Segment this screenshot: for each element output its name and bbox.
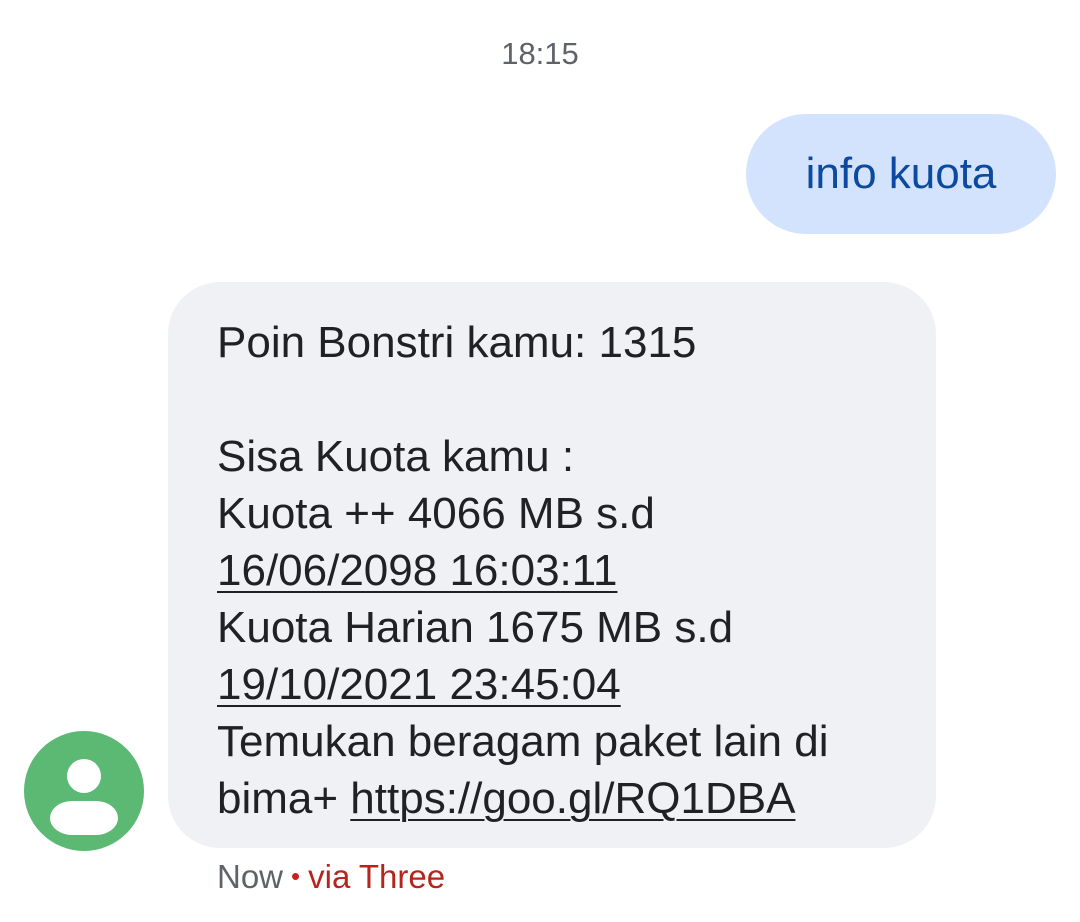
- date-link-quota-plus[interactable]: 16/06/2098 16:03:11: [217, 546, 617, 595]
- person-icon-body: [50, 801, 118, 835]
- received-message-bubble[interactable]: Poin Bonstri kamu: 1315 Sisa Kuota kamu …: [168, 282, 936, 848]
- message-thread: 18:15 info kuota Poin Bonstri kamu: 1315…: [0, 0, 1080, 922]
- message-line-quota-heading: Sisa Kuota kamu :: [217, 432, 575, 481]
- date-link-daily-quota[interactable]: 19/10/2021 23:45:04: [217, 660, 621, 709]
- message-line-link-row: bima+ https://goo.gl/RQ1DBA: [217, 770, 906, 827]
- message-line-quota-plus: Kuota ++ 4066 MB s.d: [217, 489, 655, 538]
- message-status: Now: [217, 858, 284, 895]
- message-meta: Now • via Three: [217, 858, 445, 896]
- url-link[interactable]: https://goo.gl/RQ1DBA: [350, 774, 795, 823]
- meta-separator: •: [291, 861, 301, 891]
- message-line-date-wrap: 16/06/2098 16:03:11: [217, 542, 906, 599]
- message-timestamp: 18:15: [501, 36, 579, 71]
- message-line-points: Poin Bonstri kamu: 1315: [217, 318, 697, 367]
- sent-message-bubble[interactable]: info kuota: [746, 114, 1056, 234]
- sim-label: via Three: [308, 858, 446, 895]
- message-line-daily-quota: Kuota Harian 1675 MB s.d: [217, 603, 734, 652]
- message-line-date-wrap-2: 19/10/2021 23:45:04: [217, 656, 906, 713]
- sent-message-text: info kuota: [805, 149, 997, 198]
- sender-avatar[interactable]: [24, 731, 144, 851]
- message-link-prefix: bima+: [217, 774, 351, 823]
- person-icon-head: [67, 759, 101, 793]
- message-line-promo: Temukan beragam paket lain di: [217, 717, 829, 766]
